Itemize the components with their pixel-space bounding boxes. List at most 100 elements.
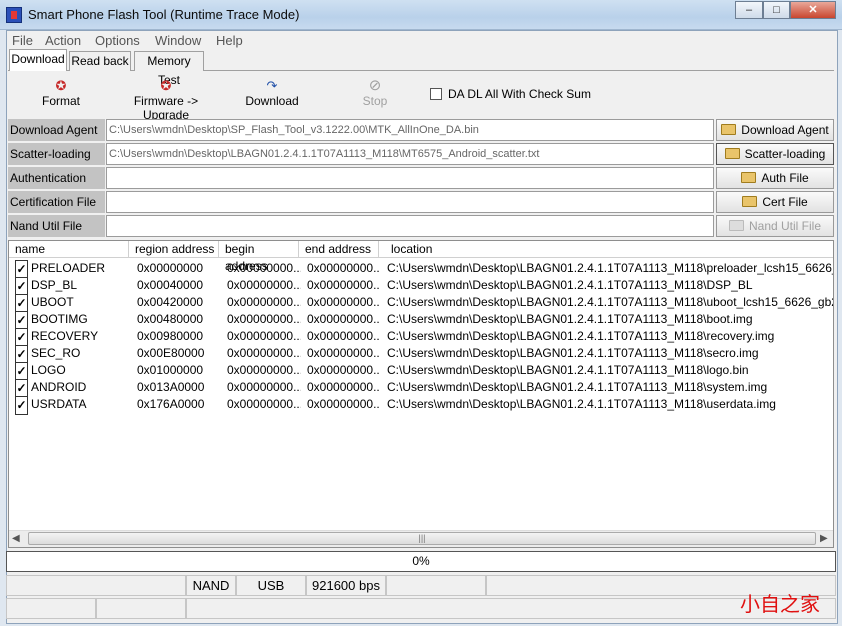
cell-region-address: 0x00040000 [137, 278, 204, 292]
tab-memory-test[interactable]: Memory Test [134, 51, 204, 87]
cell-name: DSP_BL [31, 278, 78, 292]
tab-read-back[interactable]: Read back [69, 51, 131, 71]
minimize-button[interactable]: – [735, 1, 763, 19]
cell-begin-address: 0x00000000... [227, 329, 301, 343]
nand-util-label: Nand Util File [8, 215, 105, 237]
scatter-label: Scatter-loading File [8, 143, 105, 183]
cell-begin-address: 0x00000000... [227, 312, 301, 326]
status-storage: NAND [186, 575, 236, 596]
cell-begin-address: 0x00000000... [227, 278, 301, 292]
table-row[interactable]: ✓ BOOTIMG 0x00480000 0x00000000... 0x0000000… [9, 311, 833, 330]
status-baudrate: 921600 bps [306, 575, 386, 596]
cell-region-address: 0x00E80000 [137, 346, 205, 360]
tab-strip-line [8, 70, 834, 71]
menu-action[interactable]: Action [45, 33, 81, 48]
auth-file-label: Authentication File [8, 167, 105, 207]
cell-end-address: 0x00000000... [307, 380, 379, 394]
cell-location: C:\Users\wmdn\Desktop\LBAGN01.2.4.1.1T07… [387, 278, 753, 292]
nand-util-path[interactable] [106, 215, 714, 237]
window-title: Smart Phone Flash Tool (Runtime Trace Mo… [28, 7, 300, 22]
table-row[interactable]: ✓ PRELOADER 0x00000000 0x00000000... 0x00000… [9, 260, 833, 279]
progress-text: 0% [412, 554, 430, 568]
cell-end-address: 0x00000000... [307, 278, 379, 292]
scroll-thumb[interactable]: ||| [28, 532, 816, 545]
download-agent-path[interactable]: C:\Users\wmdn\Desktop\SP_Flash_Tool_v3.1… [106, 119, 714, 141]
cell-begin-address: 0x00000000... [227, 295, 301, 309]
scroll-right-arrow-icon[interactable]: ▶ [820, 533, 828, 544]
cell-location: C:\Users\wmdn\Desktop\LBAGN01.2.4.1.1T07… [387, 363, 749, 377]
cert-file-button-label: Cert File [762, 195, 808, 209]
app-icon [6, 7, 22, 23]
format-icon: ✪ [55, 78, 67, 93]
cert-file-path[interactable] [106, 191, 714, 213]
cell-location: C:\Users\wmdn\Desktop\LBAGN01.2.4.1.1T07… [387, 397, 776, 411]
status-cell-empty-6 [186, 598, 836, 619]
cell-location: C:\Users\wmdn\Desktop\LBAGN01.2.4.1.1T07… [387, 346, 759, 360]
folder-icon [724, 148, 740, 159]
column-header-begin[interactable]: begin address [219, 241, 299, 273]
cell-end-address: 0x00000000... [307, 363, 379, 377]
cell-region-address: 0x013A0000 [137, 380, 205, 394]
scatter-path[interactable]: C:\Users\wmdn\Desktop\LBAGN01.2.4.1.1T07… [106, 143, 714, 165]
row-checkbox[interactable]: ✓ [15, 396, 28, 415]
checksum-label: DA DL All With Check Sum [448, 87, 591, 101]
stop-button[interactable]: ⊘ Stop [355, 78, 395, 112]
cell-region-address: 0x01000000 [137, 363, 204, 377]
firmware-upgrade-label: Firmware -> Upgrade [133, 94, 199, 122]
cell-location: C:\Users\wmdn\Desktop\LBAGN01.2.4.1.1T07… [387, 295, 833, 309]
auth-file-button[interactable]: Auth File [716, 167, 834, 189]
menu-help[interactable]: Help [216, 33, 243, 48]
cell-location: C:\Users\wmdn\Desktop\LBAGN01.2.4.1.1T07… [387, 329, 775, 343]
column-header-end[interactable]: end address [299, 241, 379, 258]
menu-file[interactable]: File [12, 33, 33, 48]
maximize-button[interactable]: □ [763, 1, 790, 19]
column-header-location[interactable]: location [379, 241, 833, 258]
column-header-name[interactable]: name [9, 241, 129, 258]
cell-end-address: 0x00000000... [307, 329, 379, 343]
table-row[interactable]: ✓ SEC_RO 0x00E80000 0x00000000... 0x00000000… [9, 345, 833, 364]
cell-begin-address: 0x00000000... [227, 363, 301, 377]
folder-icon [721, 124, 737, 135]
download-agent-button-label: Download Agent [741, 123, 829, 137]
download-arrow-icon: ↷ [266, 78, 278, 93]
nand-util-button[interactable]: Nand Util File [716, 215, 834, 237]
format-button[interactable]: ✪ Format [36, 78, 86, 112]
close-button[interactable]: ✕ [790, 1, 836, 19]
auth-file-path[interactable] [106, 167, 714, 189]
cell-begin-address: 0x00000000... [227, 397, 301, 411]
scroll-left-arrow-icon[interactable]: ◀ [12, 533, 20, 544]
cell-region-address: 0x176A0000 [137, 397, 205, 411]
cell-region-address: 0x00420000 [137, 295, 204, 309]
table-row[interactable]: ✓ USRDATA 0x176A0000 0x00000000... 0x0000000… [9, 396, 833, 415]
download-label: Download [245, 94, 299, 108]
firmware-upgrade-button[interactable]: ✪ Firmware -> Upgrade [110, 78, 222, 122]
nand-util-button-label: Nand Util File [748, 219, 822, 233]
checksum-checkbox[interactable] [430, 88, 442, 100]
table-row[interactable]: ✓ LOGO 0x01000000 0x00000000... 0x00000000..… [9, 362, 833, 381]
download-agent-button[interactable]: Download Agent [716, 119, 834, 141]
table-row[interactable]: ✓ RECOVERY 0x00980000 0x00000000... 0x000000… [9, 328, 833, 347]
cell-end-address: 0x00000000... [307, 261, 379, 275]
cell-name: PRELOADER [31, 261, 106, 275]
cell-begin-address: 0x00000000... [227, 261, 301, 275]
column-header-region[interactable]: region address [129, 241, 219, 258]
download-button[interactable]: ↷ Download [240, 78, 304, 112]
menu-options[interactable]: Options [95, 33, 140, 48]
download-agent-label: Download Agent [8, 119, 105, 141]
table-row[interactable]: ✓ DSP_BL 0x00040000 0x00000000... 0x00000000… [9, 277, 833, 296]
table-row[interactable]: ✓ ANDROID 0x013A0000 0x00000000... 0x0000000… [9, 379, 833, 398]
stop-label: Stop [362, 94, 388, 108]
cell-end-address: 0x00000000... [307, 295, 379, 309]
menu-window[interactable]: Window [155, 33, 201, 48]
status-cell-empty-4 [6, 598, 96, 619]
table-row[interactable]: ✓ UBOOT 0x00420000 0x00000000... 0x00000000.… [9, 294, 833, 313]
cert-file-button[interactable]: Cert File [716, 191, 834, 213]
auth-file-button-label: Auth File [761, 171, 809, 185]
cell-begin-address: 0x00000000... [227, 346, 301, 360]
cell-end-address: 0x00000000... [307, 397, 379, 411]
cell-location: C:\Users\wmdn\Desktop\LBAGN01.2.4.1.1T07… [387, 380, 768, 394]
cell-end-address: 0x00000000... [307, 346, 379, 360]
tab-download[interactable]: Download [9, 49, 67, 71]
cell-name: UBOOT [31, 295, 74, 309]
scatter-loading-button[interactable]: Scatter-loading [716, 143, 834, 165]
